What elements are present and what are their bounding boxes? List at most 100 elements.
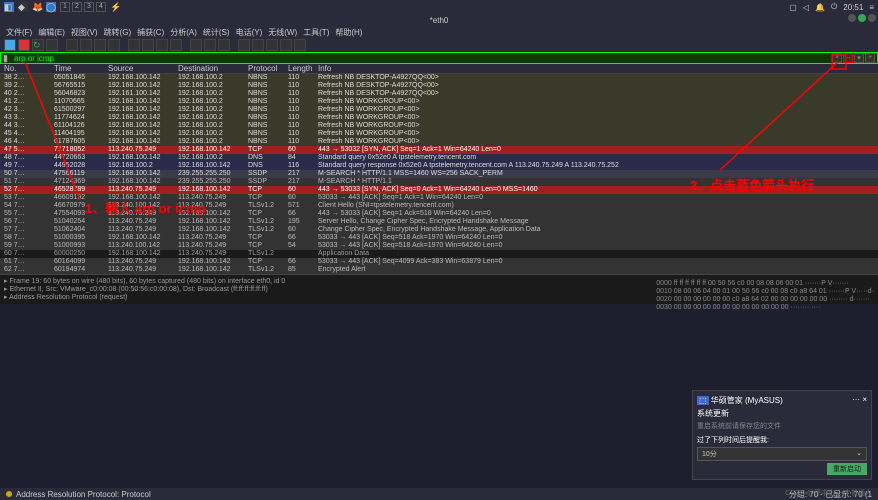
packet-row[interactable]: 58 7…51000395192.168.100.142113.240.75.2… bbox=[0, 234, 878, 242]
packet-row[interactable]: 51 7…47124369192.168.100.142239.255.255.… bbox=[0, 178, 878, 186]
menu-tools[interactable]: 工具(T) bbox=[301, 27, 331, 38]
col-source[interactable]: Source bbox=[108, 64, 178, 73]
col-time[interactable]: Time bbox=[54, 64, 108, 73]
menu-help[interactable]: 帮助(H) bbox=[333, 27, 364, 38]
desktop-3[interactable]: 3 bbox=[84, 2, 94, 12]
popup-message-2: 过了下列时间后提醒我: bbox=[697, 435, 867, 445]
packet-row[interactable]: 42 3…61500297192.168.100.142192.168.100.… bbox=[0, 106, 878, 114]
zoom-in-icon[interactable] bbox=[252, 39, 264, 51]
clock: 20:51 bbox=[843, 3, 863, 12]
menu-wireless[interactable]: 无线(W) bbox=[266, 27, 299, 38]
packet-row[interactable]: 61 7…60164099113.240.75.249192.168.100.1… bbox=[0, 258, 878, 266]
menu-go[interactable]: 跳转(G) bbox=[102, 27, 134, 38]
close-button[interactable] bbox=[868, 14, 876, 22]
maximize-button[interactable] bbox=[858, 14, 866, 22]
popup-message-1: 重启系统前请保存您的文件 bbox=[697, 421, 867, 431]
toolbar: ↻ bbox=[0, 38, 878, 52]
display-filter-input[interactable] bbox=[10, 54, 832, 63]
notification-icon[interactable]: 🔔 bbox=[815, 3, 825, 12]
wireshark-task-icon[interactable]: ⚡ bbox=[110, 2, 120, 12]
packet-row[interactable]: 40 2…56046823192.161.100.142192.168.100.… bbox=[0, 90, 878, 98]
popup-remind-select[interactable]: 10分 ⌄ bbox=[697, 447, 867, 461]
packet-row[interactable]: 55 7…47554093113.240.75.249192.168.100.1… bbox=[0, 210, 878, 218]
desktop-1[interactable]: 1 bbox=[60, 2, 70, 12]
app-icon-1[interactable]: ◧ bbox=[4, 2, 14, 12]
packet-list[interactable]: 38 2…05051845192.168.100.142192.168.100.… bbox=[0, 74, 878, 274]
popup-more-icon[interactable]: ··· bbox=[852, 395, 860, 404]
filter-apply-icon[interactable]: → bbox=[843, 53, 853, 63]
volume-icon[interactable]: ◁ bbox=[803, 3, 809, 12]
options-icon[interactable] bbox=[46, 39, 58, 51]
power-icon[interactable]: ⏻ bbox=[831, 2, 837, 12]
popup-heading: 系统更新 bbox=[697, 408, 867, 419]
restart-button[interactable]: 重新启动 bbox=[827, 463, 867, 475]
popup-app-name: 华硕管家 (MyASUS) bbox=[711, 396, 783, 405]
col-length[interactable]: Length bbox=[288, 64, 318, 73]
reload-icon[interactable] bbox=[108, 39, 120, 51]
autoscroll-icon[interactable] bbox=[218, 39, 230, 51]
packet-row[interactable]: 57 7…51062404113.240.75.249192.168.100.1… bbox=[0, 226, 878, 234]
packet-row[interactable]: 60 7…60000250192.168.100.142113.240.75.2… bbox=[0, 250, 878, 258]
desktop-4[interactable]: 4 bbox=[96, 2, 106, 12]
packet-row[interactable]: 53 7…46609192192.168.100.142113.240.75.2… bbox=[0, 194, 878, 202]
menu-icon[interactable]: ≡ bbox=[869, 3, 874, 12]
packet-row[interactable]: 62 7…60194974113.240.75.249192.168.100.1… bbox=[0, 266, 878, 274]
packet-row[interactable]: 46 4…61787605192.168.100.142192.168.100.… bbox=[0, 138, 878, 146]
hex-line: 0030 00 00 00 00 00 00 00 00 00 00 00 00… bbox=[656, 304, 874, 312]
packet-row[interactable]: 56 7…51040254113.240.75.249192.168.100.1… bbox=[0, 218, 878, 226]
open-icon[interactable] bbox=[66, 39, 78, 51]
col-protocol[interactable]: Protocol bbox=[248, 64, 288, 73]
app-icon-3[interactable]: 🦊 bbox=[32, 2, 42, 12]
packet-row[interactable]: 39 2…56765515192.168.100.142192.168.100.… bbox=[0, 82, 878, 90]
stop-capture-icon[interactable] bbox=[18, 39, 30, 51]
packet-row[interactable]: 52 7…46528789113.240.75.249192.168.100.1… bbox=[0, 186, 878, 194]
menu-capture[interactable]: 捕获(C) bbox=[135, 27, 166, 38]
next-icon[interactable] bbox=[156, 39, 168, 51]
goto-icon[interactable] bbox=[170, 39, 182, 51]
hex-line: 0000 ff ff ff ff ff ff 00 50 56 c0 00 08… bbox=[656, 280, 874, 288]
menu-analyze[interactable]: 分析(A) bbox=[168, 27, 199, 38]
col-info[interactable]: Info bbox=[318, 64, 878, 73]
menu-file[interactable]: 文件(F) bbox=[4, 27, 34, 38]
packet-row[interactable]: 54 7…46670979113.240.100.142113.240.75.2… bbox=[0, 202, 878, 210]
filter-add-icon[interactable]: + bbox=[865, 53, 875, 63]
prev-icon[interactable] bbox=[142, 39, 154, 51]
popup-close-icon[interactable]: × bbox=[862, 395, 867, 404]
tray-icon[interactable]: ▢ bbox=[789, 3, 797, 12]
minimize-button[interactable] bbox=[848, 14, 856, 22]
packet-row[interactable]: 38 2…05051845192.168.100.142192.168.100.… bbox=[0, 74, 878, 82]
colorize-icon[interactable] bbox=[238, 39, 250, 51]
packet-row[interactable]: 45 4…11404195192.168.100.142192.168.100.… bbox=[0, 130, 878, 138]
packet-row[interactable]: 43 3…11774624192.168.100.142192.168.100.… bbox=[0, 114, 878, 122]
hex-pane[interactable]: 0000 ff ff ff ff ff ff 00 50 56 c0 00 08… bbox=[656, 280, 874, 312]
first-icon[interactable] bbox=[190, 39, 202, 51]
menu-telephony[interactable]: 电话(Y) bbox=[234, 27, 265, 38]
menu-edit[interactable]: 编辑(E) bbox=[36, 27, 67, 38]
find-icon[interactable] bbox=[128, 39, 140, 51]
packet-row[interactable]: 49 7…44952028192.168.100.2192.168.100.14… bbox=[0, 162, 878, 170]
last-icon[interactable] bbox=[204, 39, 216, 51]
close-file-icon[interactable] bbox=[94, 39, 106, 51]
packet-row[interactable]: 59 7…51000993113.240.100.142113.240.75.2… bbox=[0, 242, 878, 250]
restart-capture-icon[interactable]: ↻ bbox=[32, 39, 44, 51]
packet-row[interactable]: 44 3…61104126192.168.100.142192.168.100.… bbox=[0, 122, 878, 130]
resize-cols-icon[interactable] bbox=[294, 39, 306, 51]
menu-stats[interactable]: 统计(S) bbox=[201, 27, 232, 38]
filter-bookmark-icon[interactable]: ▮ bbox=[1, 53, 10, 64]
app-icon-2[interactable]: ◆ bbox=[18, 2, 28, 12]
menu-view[interactable]: 视图(V) bbox=[69, 27, 100, 38]
zoom-reset-icon[interactable] bbox=[280, 39, 292, 51]
zoom-out-icon[interactable] bbox=[266, 39, 278, 51]
packet-row[interactable]: 47 5…71718052113.240.75.249192.168.100.1… bbox=[0, 146, 878, 154]
col-destination[interactable]: Destination bbox=[178, 64, 248, 73]
save-icon[interactable] bbox=[80, 39, 92, 51]
packet-row[interactable]: 41 2…11070665192.168.100.142192.168.100.… bbox=[0, 98, 878, 106]
col-no[interactable]: No. bbox=[0, 64, 54, 73]
app-icon-4[interactable]: ◯ bbox=[46, 2, 56, 12]
filter-dropdown-icon[interactable]: ▾ bbox=[854, 53, 864, 63]
desktop-2[interactable]: 2 bbox=[72, 2, 82, 12]
packet-row[interactable]: 50 7…47566119192.168.100.142239.255.255.… bbox=[0, 170, 878, 178]
packet-row[interactable]: 48 7…44720663192.168.100.142192.168.100.… bbox=[0, 154, 878, 162]
start-capture-icon[interactable] bbox=[4, 39, 16, 51]
filter-clear-icon[interactable]: × bbox=[832, 53, 842, 63]
